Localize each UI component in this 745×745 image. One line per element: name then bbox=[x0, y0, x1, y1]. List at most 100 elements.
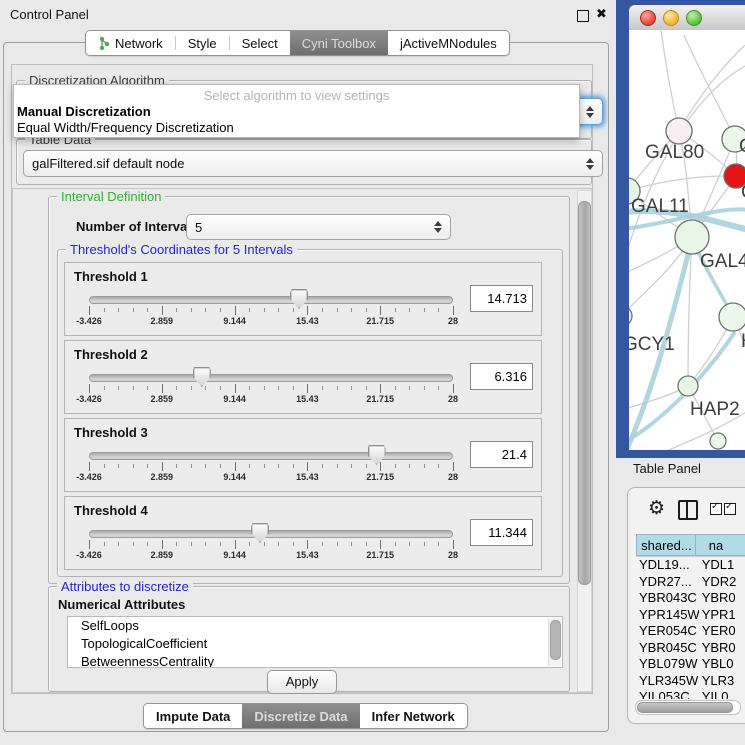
tab-label: Network bbox=[115, 36, 163, 51]
cell-shared-name[interactable]: YBR045C bbox=[636, 640, 699, 657]
network-edge bbox=[684, 35, 735, 139]
slider-track[interactable] bbox=[89, 374, 453, 382]
cell-shared-name[interactable]: YBL079W bbox=[636, 656, 699, 673]
slider-track[interactable] bbox=[89, 530, 453, 538]
attribute-list-item[interactable]: TopologicalCoefficient bbox=[68, 635, 562, 653]
tab-jactivemnodules[interactable]: jActiveMNodules bbox=[388, 31, 509, 55]
threshold-slider[interactable]: -3.4262.8599.14415.4321.71528 bbox=[89, 445, 453, 485]
cell-name[interactable]: YBL0 bbox=[699, 656, 745, 673]
GAL80-node[interactable] bbox=[666, 118, 692, 144]
split-columns-icon[interactable] bbox=[678, 500, 698, 520]
node-label: GAL11 bbox=[631, 196, 689, 217]
tab-select[interactable]: Select bbox=[230, 31, 290, 55]
tab-cyni-toolbox[interactable]: Cyni Toolbox bbox=[290, 31, 388, 55]
close-traffic-light[interactable] bbox=[640, 10, 656, 26]
cell-name[interactable]: YIL0 bbox=[699, 689, 745, 699]
float-window-icon[interactable] bbox=[577, 10, 589, 22]
table-row[interactable]: YDL19...YDL1 bbox=[636, 557, 745, 574]
cell-shared-name[interactable]: YER054C bbox=[636, 623, 699, 640]
cell-shared-name[interactable]: YPR145W bbox=[636, 607, 699, 624]
table-row[interactable]: YBL079WYBL0 bbox=[636, 656, 745, 673]
thresholds-coordinates-title: Threshold's Coordinates for 5 Intervals bbox=[66, 242, 297, 257]
tab-network[interactable]: Network bbox=[86, 31, 175, 55]
table-panel: ⚙ shared... na YDL19...YDL1YDR27...YDR2Y… bbox=[627, 487, 745, 724]
dropdown-item-equal-width-frequency[interactable]: Equal Width/Frequency Discretization bbox=[14, 119, 579, 135]
table-data-combobox[interactable]: galFiltered.sif default node bbox=[23, 150, 603, 177]
cell-shared-name[interactable]: YIL053C bbox=[636, 689, 699, 699]
list-scrollbar-thumb[interactable] bbox=[550, 620, 561, 660]
threshold-label: Threshold 4 bbox=[74, 503, 148, 518]
table-panel-title: Table Panel bbox=[633, 461, 701, 476]
node-label: GA bbox=[739, 136, 745, 157]
column-header-shared-name[interactable]: shared... bbox=[636, 534, 695, 556]
slider-track[interactable] bbox=[89, 296, 453, 304]
cell-shared-name[interactable]: YDR27... bbox=[636, 574, 699, 591]
apply-button[interactable]: Apply bbox=[267, 670, 337, 694]
attribute-list-item[interactable]: SelfLoops bbox=[68, 617, 562, 635]
threshold-value-field[interactable]: 11.344 bbox=[470, 519, 533, 546]
tab-impute-data[interactable]: Impute Data bbox=[144, 704, 242, 728]
cell-name[interactable]: YER0 bbox=[699, 623, 745, 640]
network-canvas[interactable]: GAL80GACGAL11GAL4GCY1HHAP2 bbox=[629, 30, 745, 450]
combo-arrows-icon bbox=[585, 158, 594, 170]
list-scrollbar-track[interactable] bbox=[548, 618, 561, 666]
table-row[interactable]: YBR045CYBR0 bbox=[636, 640, 745, 657]
horizontal-scrollbar-thumb[interactable] bbox=[637, 702, 733, 713]
threshold-value-field[interactable]: 6.316 bbox=[470, 363, 533, 390]
cell-name[interactable]: YDR2 bbox=[699, 574, 745, 591]
number-of-intervals-combobox[interactable]: 5 bbox=[186, 214, 451, 240]
interval-definition-title: Interval Definition bbox=[57, 189, 165, 204]
cell-name[interactable]: YDL1 bbox=[699, 557, 745, 574]
table-row[interactable]: YPR145WYPR1 bbox=[636, 607, 745, 624]
GAL4-node[interactable] bbox=[675, 220, 709, 254]
slider-ticks bbox=[89, 306, 453, 315]
HAP2-node[interactable] bbox=[678, 376, 698, 396]
table-body[interactable]: YDL19...YDL1YDR27...YDR2YBR043CYBR0YPR14… bbox=[636, 556, 745, 699]
threshold-slider[interactable]: -3.4262.8599.14415.4321.71528 bbox=[89, 523, 453, 563]
attribute-list-item[interactable]: BetweennessCentrality bbox=[68, 653, 562, 668]
column-header-name[interactable]: na bbox=[695, 534, 745, 556]
number-of-intervals-label: Number of Intervals bbox=[76, 219, 198, 234]
network-window-titlebar[interactable] bbox=[629, 5, 745, 31]
slider-ticks bbox=[89, 384, 453, 393]
tab-style[interactable]: Style bbox=[176, 31, 229, 55]
gear-icon[interactable]: ⚙ bbox=[648, 497, 665, 519]
checkbox-icon[interactable] bbox=[710, 503, 722, 515]
threshold-slider[interactable]: -3.4262.8599.14415.4321.71528 bbox=[89, 289, 453, 329]
table-row[interactable]: YLR345WYLR3 bbox=[636, 673, 745, 690]
table-row[interactable]: YIL053CYIL0 bbox=[636, 689, 745, 699]
cell-name[interactable]: YBR0 bbox=[699, 640, 745, 657]
bottom-node[interactable] bbox=[710, 433, 726, 449]
window-title: Control Panel bbox=[10, 7, 89, 22]
GCY1-node[interactable] bbox=[629, 306, 632, 326]
network-edge bbox=[629, 176, 736, 191]
table-row[interactable]: YBR043CYBR0 bbox=[636, 590, 745, 607]
cell-name[interactable]: YLR3 bbox=[699, 673, 745, 690]
checkbox-icon[interactable] bbox=[724, 503, 736, 515]
dropdown-item-manual-discretization[interactable]: Manual Discretization bbox=[14, 103, 579, 119]
dropdown-placeholder-item[interactable]: Select algorithm to view settings bbox=[14, 85, 579, 103]
minimize-traffic-light[interactable] bbox=[663, 10, 679, 26]
slider-tick-labels: -3.4262.8599.14415.4321.71528 bbox=[89, 550, 453, 561]
numerical-attributes-list[interactable]: SelfLoopsTopologicalCoefficientBetweenne… bbox=[67, 616, 563, 668]
slider-track[interactable] bbox=[89, 452, 453, 460]
vertical-scrollbar-thumb[interactable] bbox=[578, 201, 591, 585]
table-row[interactable]: YDR27...YDR2 bbox=[636, 574, 745, 591]
cell-shared-name[interactable]: YDL19... bbox=[636, 557, 699, 574]
tab-discretize-data[interactable]: Discretize Data bbox=[242, 704, 359, 728]
table-row[interactable]: YER054CYER0 bbox=[636, 623, 745, 640]
cell-name[interactable]: YPR1 bbox=[699, 607, 745, 624]
cell-shared-name[interactable]: YBR043C bbox=[636, 590, 699, 607]
tab-infer-network[interactable]: Infer Network bbox=[360, 704, 467, 728]
threshold-slider[interactable]: -3.4262.8599.14415.4321.71528 bbox=[89, 367, 453, 407]
cell-shared-name[interactable]: YLR345W bbox=[636, 673, 699, 690]
threshold-value-field[interactable]: 14.713 bbox=[470, 285, 533, 312]
right-mid-node[interactable] bbox=[719, 303, 745, 331]
zoom-traffic-light[interactable] bbox=[686, 10, 702, 26]
horizontal-scrollbar-track[interactable] bbox=[635, 700, 741, 715]
threshold-value-field[interactable]: 21.4 bbox=[470, 441, 533, 468]
interval-definition-group: Interval Definition Number of Intervals … bbox=[48, 196, 570, 584]
close-icon[interactable]: ✖ bbox=[596, 6, 607, 22]
cell-name[interactable]: YBR0 bbox=[699, 590, 745, 607]
algorithm-dropdown-popup: Select algorithm to view settings Manual… bbox=[13, 84, 580, 138]
